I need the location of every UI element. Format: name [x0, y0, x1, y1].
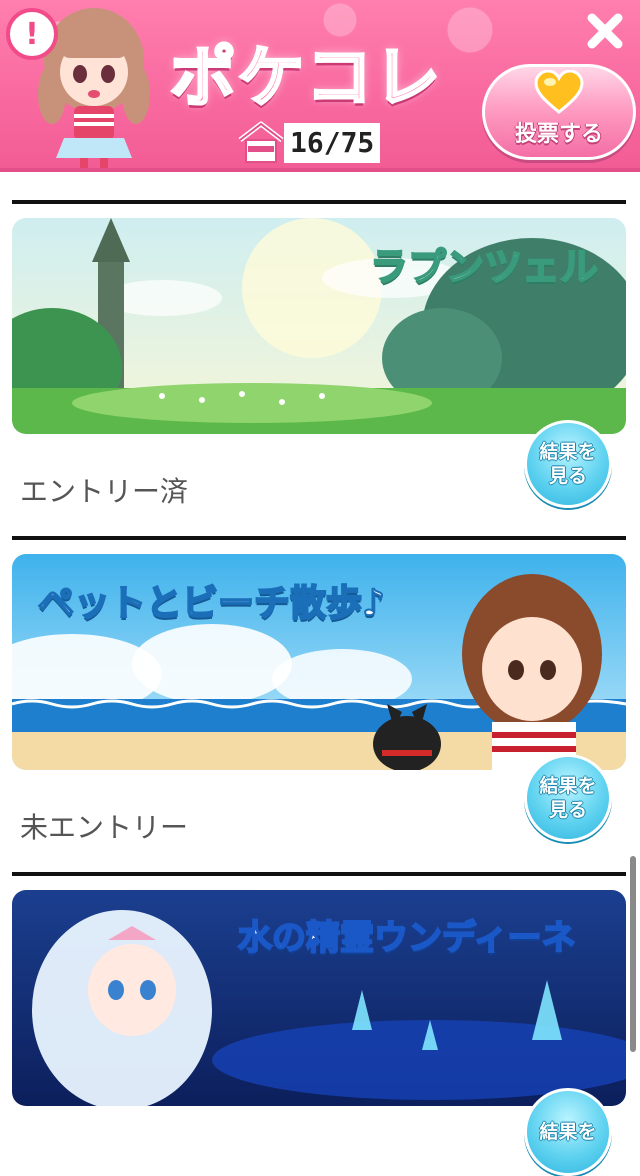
vote-label: 投票する: [514, 122, 603, 147]
vote-button[interactable]: 投票する: [482, 64, 636, 160]
entry-title: ラプンツェル: [369, 244, 599, 290]
scrollbar[interactable]: [630, 856, 636, 1052]
entry-banner-undine[interactable]: 水の精霊ウンディーネ: [12, 890, 626, 1106]
entry-status: 未エントリー: [20, 811, 189, 844]
alert-symbol: !: [25, 16, 39, 52]
view-results-button[interactable]: 結果を 見る: [524, 754, 612, 842]
view-results-button[interactable]: 結果を 見る: [524, 420, 612, 508]
entry-divider: [12, 200, 626, 204]
entry-divider: [12, 872, 626, 876]
progress-count: 16/75: [284, 123, 381, 163]
view-results-button[interactable]: 結果を: [524, 1088, 612, 1176]
app-logo: ポケコレ: [169, 38, 442, 118]
entry-status: エントリー済: [20, 475, 189, 508]
alert-icon[interactable]: !: [6, 8, 58, 60]
entry-title: 水の精霊ウンディーネ: [237, 917, 577, 959]
entry-banner-rapunzel[interactable]: ラプンツェル: [12, 218, 626, 434]
header-divider: [0, 168, 640, 172]
entry-divider: [12, 536, 626, 540]
close-icon[interactable]: [582, 8, 628, 54]
entry-banner-beach[interactable]: ペットとビーチ散歩♪: [12, 554, 626, 770]
progress-counter: 16/75: [236, 118, 400, 168]
entry-title: ペットとビーチ散歩♪: [37, 582, 386, 625]
house-icon: [238, 121, 284, 163]
header-bar: ! ポケコレ 16/75 投票する: [0, 0, 640, 170]
heart-icon: [534, 70, 584, 114]
